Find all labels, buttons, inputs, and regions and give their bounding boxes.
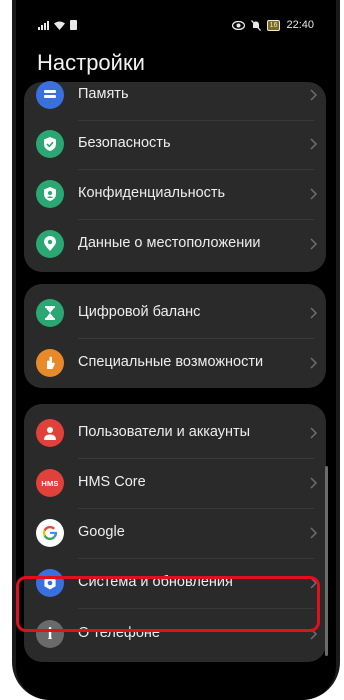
- sim-card-icon: [70, 20, 77, 30]
- list-item-privacy[interactable]: Конфиденциальность: [24, 169, 326, 219]
- phone-screen: 16 22:40 Настройки Память Безопасность К…: [16, 0, 336, 700]
- storage-icon: [36, 81, 64, 109]
- chevron-right-icon: [310, 89, 318, 101]
- chevron-right-icon: [310, 477, 318, 489]
- status-time: 22:40: [286, 19, 314, 31]
- location-pin-icon: [36, 230, 64, 258]
- list-item-storage[interactable]: Память: [24, 70, 326, 120]
- list-item-location[interactable]: Данные о местоположении: [24, 219, 326, 269]
- list-item-digital-balance[interactable]: Цифровой баланс: [24, 288, 326, 338]
- chevron-right-icon: [310, 527, 318, 539]
- battery-icon: 16: [266, 19, 281, 31]
- list-item-security[interactable]: Безопасность: [24, 119, 326, 169]
- privacy-shield-icon: [36, 180, 64, 208]
- accessibility-hand-icon: [36, 349, 64, 377]
- list-item-label: Конфиденциальность: [78, 185, 226, 201]
- list-item-accessibility[interactable]: Специальные возможности: [24, 338, 326, 388]
- eye-comfort-icon: [231, 20, 245, 30]
- settings-group-wellbeing: Цифровой баланс Специальные возможности: [24, 284, 326, 388]
- muted-bell-icon: [250, 19, 261, 31]
- list-item-label: Пользователи и аккаунты: [78, 424, 251, 440]
- signal-icon: [38, 21, 49, 30]
- status-bar: 16 22:40: [16, 0, 336, 40]
- list-item-label: Цифровой баланс: [78, 304, 201, 320]
- list-item-label: Данные о местоположении: [78, 235, 261, 251]
- shield-check-icon: [36, 130, 64, 158]
- chevron-right-icon: [310, 188, 318, 200]
- hourglass-icon: [36, 299, 64, 327]
- google-icon: [36, 519, 64, 547]
- list-item-label: Специальные возможности: [78, 354, 264, 370]
- list-item-label: Память: [78, 86, 129, 102]
- list-item-label: Google: [78, 524, 125, 540]
- list-item-label: HMS Core: [78, 474, 146, 490]
- list-item-google[interactable]: Google: [24, 508, 326, 558]
- highlight-frame: [16, 576, 320, 632]
- chevron-right-icon: [310, 357, 318, 369]
- chevron-right-icon: [310, 138, 318, 150]
- list-item-users-accounts[interactable]: Пользователи и аккаунты: [24, 408, 326, 458]
- list-item-hms-core[interactable]: HMS HMS Core: [24, 458, 326, 508]
- wifi-icon: [54, 21, 65, 30]
- user-icon: [36, 419, 64, 447]
- chevron-right-icon: [310, 427, 318, 439]
- chevron-right-icon: [310, 238, 318, 250]
- hms-core-icon: HMS: [36, 469, 64, 497]
- chevron-right-icon: [310, 307, 318, 319]
- list-item-label: Безопасность: [78, 135, 171, 151]
- settings-group-device: Память Безопасность Конфиденциальность Д…: [24, 81, 326, 272]
- scrollbar[interactable]: [325, 466, 328, 656]
